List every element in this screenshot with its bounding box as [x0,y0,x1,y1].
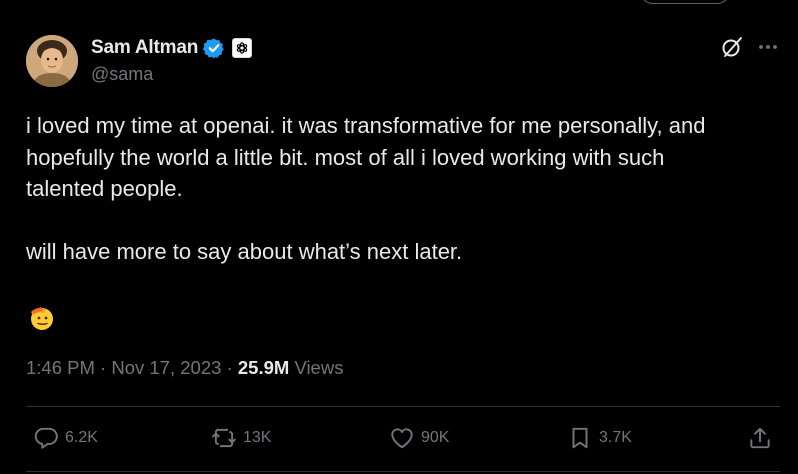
tweet-time[interactable]: 1:46 PM [26,357,95,378]
grok-icon[interactable] [720,35,744,59]
views-label[interactable]: Views [294,357,343,378]
divider-top [26,406,780,407]
repost-count: 13K [243,429,272,446]
tweet-meta: 1:46 PM · Nov 17, 2023 · 25.9M Views [26,357,343,379]
tweet-text: i loved my time at openai. it was transf… [26,110,776,267]
heart-icon [389,425,415,451]
bookmark-button[interactable]: 3.7K [567,422,632,454]
reply-icon [33,425,59,451]
repost-button[interactable]: 13K [211,422,271,454]
like-button[interactable]: 90K [389,422,449,454]
bookmark-count: 3.7K [599,429,632,446]
share-icon [747,425,773,451]
share-button[interactable] [747,422,773,454]
tweet-paragraph-2: will have more to say about what’s next … [26,238,463,264]
tweet-paragraph-1: i loved my time at openai. it was transf… [26,113,706,201]
openai-logo-icon[interactable] [232,38,253,58]
avatar[interactable] [26,35,78,87]
like-count: 90K [421,429,450,446]
author-name[interactable]: Sam Altman [91,37,198,59]
reply-button[interactable]: 6.2K [33,422,98,454]
reply-count: 6.2K [65,429,98,446]
saluting-face-emoji [27,303,57,333]
top-button-edge[interactable] [640,0,730,4]
verified-badge-icon[interactable] [202,37,225,59]
meta-separator: · [100,357,107,378]
tweet-actions: 6.2K 13K 90K 3.7K [0,422,798,454]
author-name-row: Sam Altman [91,36,253,60]
views-count[interactable]: 25.9M [238,357,289,378]
more-icon[interactable] [757,37,779,57]
bookmark-icon [567,425,593,451]
repost-icon [211,425,237,451]
avatar-image [26,35,78,87]
tweet-date[interactable]: Nov 17, 2023 [111,357,221,378]
author-handle[interactable]: @sama [91,64,153,85]
meta-separator: · [226,357,233,378]
divider-bottom [26,471,780,472]
